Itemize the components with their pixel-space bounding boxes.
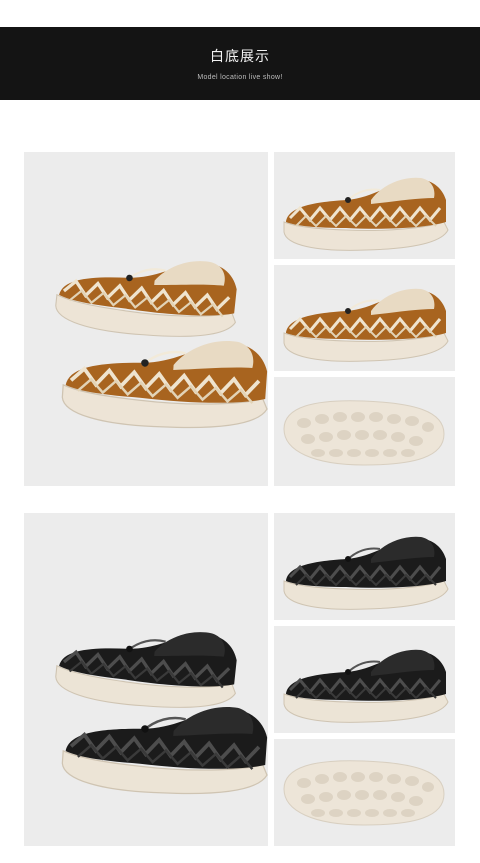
section-header: 白底展示 Model location live show! <box>0 27 480 100</box>
black-shoe-outsole-photo <box>274 739 455 846</box>
section-title: 白底展示 <box>210 49 270 65</box>
brown-shoe-side-photo-2 <box>274 265 455 371</box>
black-shoe-side-photo-2 <box>274 626 455 733</box>
brown-shoe-pair-photo <box>24 152 268 486</box>
brown-shoe-side-photo-1 <box>274 152 455 259</box>
brown-shoe-outsole-photo <box>274 377 455 486</box>
black-shoe-pair-photo <box>24 513 268 846</box>
black-shoe-side-photo-1 <box>274 513 455 620</box>
section-subtitle: Model location live show! <box>197 74 283 81</box>
